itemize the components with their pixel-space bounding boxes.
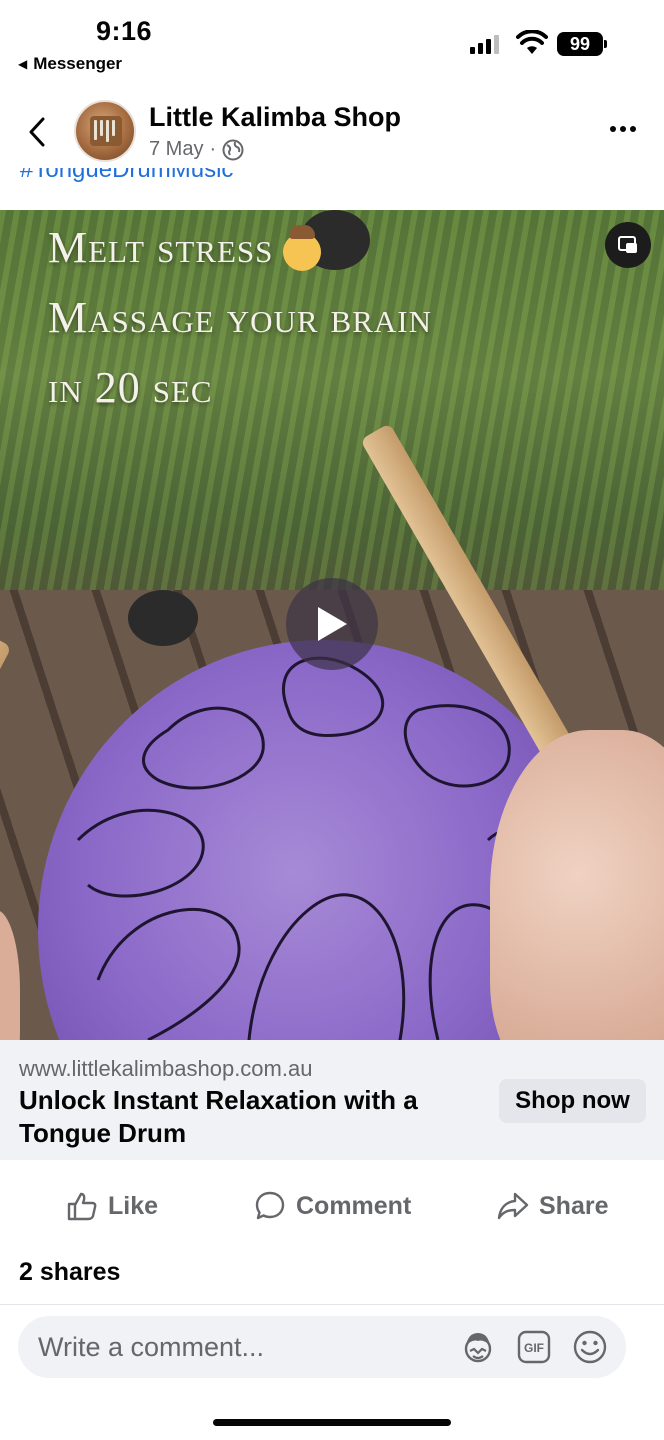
post-meta: 7 May · (149, 138, 244, 161)
battery-tip (604, 40, 607, 48)
link-title: Unlock Instant Relaxation with a Tongue … (19, 1085, 418, 1148)
video-player[interactable]: Melt stress Massage your brain in 20 sec (0, 210, 664, 1040)
comment-bubble-icon (255, 1191, 285, 1220)
post-actions-bar: Like Comment Share (0, 1170, 664, 1244)
wifi-icon (516, 30, 548, 54)
kalimba-logo (90, 116, 122, 146)
dot-icon (620, 126, 626, 132)
like-label: Like (108, 1191, 159, 1220)
video-overlay-caption: Melt stress Massage your brain in 20 sec (48, 222, 432, 432)
divider (0, 1304, 664, 1305)
like-button[interactable]: Like (66, 1184, 158, 1228)
avatar-sticker-button[interactable] (460, 1329, 496, 1365)
avatar-sticker-icon (464, 1333, 492, 1363)
cellular-signal-icon (470, 34, 499, 54)
pip-icon (618, 236, 637, 253)
left-mallet-head (128, 590, 198, 646)
gif-button[interactable]: GIF (516, 1329, 552, 1365)
back-button[interactable] (22, 112, 52, 152)
overlay-line-2: Massage your brain (48, 293, 432, 342)
picture-in-picture-button[interactable] (605, 222, 651, 268)
back-to-messenger-link[interactable]: ◀ Messenger (18, 54, 122, 74)
page-name[interactable]: Little Kalimba Shop (149, 102, 401, 133)
shop-now-button[interactable]: Shop now (499, 1079, 646, 1123)
shares-count[interactable]: 2 shares (19, 1258, 120, 1287)
globe-icon (222, 139, 244, 160)
comment-label: Comment (296, 1191, 412, 1220)
post-date: 7 May (149, 138, 204, 160)
gif-icon: GIF (517, 1330, 551, 1364)
back-app-label: Messenger (33, 54, 123, 73)
hashtag-link[interactable]: #TongueDrumMusic (20, 168, 233, 194)
page-avatar[interactable] (74, 100, 136, 162)
battery-icon: 99 (557, 32, 603, 56)
comment-button[interactable]: Comment (254, 1184, 411, 1228)
link-preview-card[interactable]: www.littlekalimbashop.com.au Unlock Inst… (0, 1040, 664, 1160)
face-massage-emoji-icon (283, 224, 322, 271)
home-indicator[interactable] (213, 1419, 451, 1426)
dot-icon (610, 126, 616, 132)
overlay-line-1: Melt stress (48, 223, 274, 272)
comment-input[interactable] (38, 1316, 458, 1378)
share-label: Share (539, 1191, 609, 1220)
thumbs-up-icon (67, 1192, 97, 1221)
dot-icon (630, 126, 636, 132)
hashtag-text: #TongueDrumMusic (20, 168, 234, 183)
link-url: www.littlekalimbashop.com.au (19, 1056, 313, 1081)
chevron-left-icon (29, 117, 45, 147)
smiley-face-icon (573, 1330, 607, 1364)
share-arrow-icon (497, 1192, 529, 1220)
back-triangle-icon: ◀ (18, 57, 28, 71)
meta-separator: · (209, 138, 217, 160)
svg-text:GIF: GIF (524, 1341, 544, 1355)
status-time: 9:16 (96, 16, 153, 46)
emoji-button[interactable] (572, 1329, 608, 1365)
post-header: Little Kalimba Shop 7 May · (0, 90, 664, 180)
play-icon (318, 607, 347, 641)
comment-composer: GIF (18, 1316, 626, 1378)
overlay-line-3: in 20 sec (48, 363, 213, 412)
status-bar: 9:16 ◀ Messenger 99 (0, 0, 664, 84)
more-options-button[interactable] (610, 126, 636, 132)
play-button[interactable] (286, 578, 378, 670)
share-button[interactable]: Share (497, 1184, 608, 1228)
